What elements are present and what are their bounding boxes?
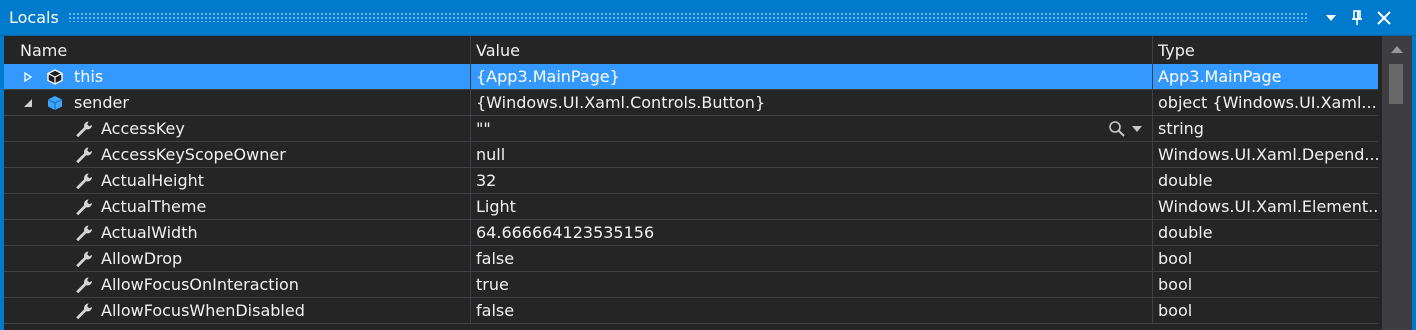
name-cell: AccessKeyScopeOwner [4,142,470,167]
vertical-scrollbar[interactable] [1382,36,1412,330]
value-cell[interactable]: null [470,142,1152,167]
name-cell: this [4,64,470,89]
table-row[interactable]: ActualHeight 32 double [4,168,1378,194]
collapse-arrow-icon[interactable] [22,90,34,115]
table-row[interactable]: ActualWidth 64.666664123535156 double [4,220,1378,246]
name-cell: AllowFocusWhenDisabled [4,298,470,323]
value-cell[interactable]: Light [470,194,1152,219]
value-cell[interactable]: {App3.MainPage} [470,64,1152,89]
name-cell: ActualHeight [4,168,470,193]
wrench-icon [76,251,92,268]
expand-arrow-icon[interactable] [22,64,34,89]
type-cell: double [1158,171,1213,190]
pin-icon[interactable] [1346,6,1368,30]
name-cell: AllowFocusOnInteraction [4,272,470,297]
name-cell: AllowDrop [4,246,470,271]
property-name: ActualHeight [101,171,205,190]
scroll-up-icon[interactable] [1388,40,1406,58]
table-row[interactable]: AllowFocusOnInteraction true bool [4,272,1378,298]
value-cell[interactable]: "" [470,116,1152,141]
locals-panel: Name Value Type this {App3.MainPage} App… [0,36,1416,330]
object-icon [47,69,63,85]
table-row[interactable]: this {App3.MainPage} App3.MainPage [4,64,1378,90]
type-cell: bool [1158,249,1193,268]
table-row[interactable]: AccessKeyScopeOwner null Windows.UI.Xaml… [4,142,1378,168]
variable-name: this [74,67,104,86]
property-name: AllowDrop [101,249,183,268]
value-cell[interactable]: {Windows.UI.Xaml.Controls.Button} [470,90,1152,115]
type-cell: bool [1158,301,1193,320]
table-row[interactable]: AllowDrop false bool [4,246,1378,272]
value-cell[interactable]: false [470,298,1152,323]
value-cell[interactable]: 64.666664123535156 [470,220,1152,245]
name-cell: ActualTheme [4,194,470,219]
property-name: AllowFocusOnInteraction [101,275,299,294]
property-name: AccessKey [101,119,185,138]
locals-grid: this {App3.MainPage} App3.MainPage sende… [4,64,1378,324]
wrench-icon [76,147,92,164]
dropdown-menu-icon[interactable] [1320,6,1342,30]
table-row[interactable]: AllowFocusWhenDisabled false bool [4,298,1378,324]
type-cell: App3.MainPage [1158,67,1282,86]
wrench-icon [76,199,92,216]
wrench-icon [76,225,92,242]
chevron-down-icon [1132,125,1142,132]
text-visualizer-button[interactable] [1108,116,1142,141]
value-cell[interactable]: 32 [470,168,1152,193]
column-header-type[interactable]: Type [1152,36,1378,64]
title-bar: Locals [0,0,1416,36]
scrollbar-thumb[interactable] [1389,64,1403,104]
name-cell: sender [4,90,470,115]
object-icon [47,96,63,110]
table-row[interactable]: sender {Windows.UI.Xaml.Controls.Button}… [4,90,1378,116]
value-text: "" [476,119,491,138]
type-cell: Windows.UI.Xaml.Depend... [1158,145,1378,164]
value-cell[interactable]: true [470,272,1152,297]
type-cell: string [1158,119,1204,138]
value-cell[interactable]: false [470,246,1152,271]
column-header-name[interactable]: Name [14,36,470,64]
drag-grip[interactable] [68,12,1308,22]
type-cell: Windows.UI.Xaml.Element... [1158,197,1378,216]
table-row[interactable]: AccessKey "" string [4,116,1378,142]
wrench-icon [76,121,92,138]
name-cell: AccessKey [4,116,470,141]
property-name: AllowFocusWhenDisabled [101,301,305,320]
column-header-value[interactable]: Value [470,36,1152,64]
type-cell: bool [1158,275,1193,294]
column-header-row: Name Value Type [4,36,1378,65]
property-name: AccessKeyScopeOwner [101,145,286,164]
variable-name: sender [74,93,129,112]
type-cell: object {Windows.UI.Xaml... [1158,93,1377,112]
name-cell: ActualWidth [4,220,470,245]
magnifier-icon [1109,120,1125,137]
wrench-icon [76,303,92,320]
type-cell: double [1158,223,1213,242]
property-name: ActualWidth [101,223,198,242]
table-row[interactable]: ActualTheme Light Windows.UI.Xaml.Elemen… [4,194,1378,220]
property-name: ActualTheme [101,197,207,216]
wrench-icon [76,277,92,294]
wrench-icon [76,173,92,190]
window-title: Locals [9,8,59,27]
close-icon[interactable] [1373,6,1395,30]
